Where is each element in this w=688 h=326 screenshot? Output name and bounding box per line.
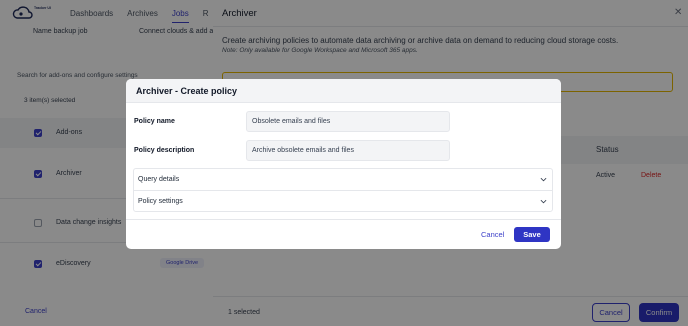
policy-name-label: Policy name	[134, 118, 175, 125]
policy-sections-accordion: Query details Policy settings	[133, 168, 553, 212]
policy-name-input[interactable]: Obsolete emails and files	[246, 111, 450, 132]
modal-footer-divider	[126, 219, 561, 220]
modal-header: Archiver - Create policy	[126, 79, 561, 103]
query-details-section[interactable]: Query details	[134, 169, 552, 190]
policy-settings-section[interactable]: Policy settings	[134, 190, 552, 211]
policy-settings-label: Policy settings	[138, 198, 183, 205]
modal-cancel-button[interactable]: Cancel	[481, 230, 504, 239]
chevron-down-icon	[540, 199, 547, 204]
query-details-label: Query details	[138, 176, 180, 183]
chevron-down-icon	[540, 177, 547, 182]
policy-description-input[interactable]: Archive obsolete emails and files	[246, 140, 450, 161]
policy-description-label: Policy description	[134, 147, 195, 154]
create-policy-modal: Archiver - Create policy Policy name Obs…	[126, 79, 561, 249]
modal-save-button[interactable]: Save	[514, 227, 550, 242]
modal-title: Archiver - Create policy	[136, 86, 238, 96]
